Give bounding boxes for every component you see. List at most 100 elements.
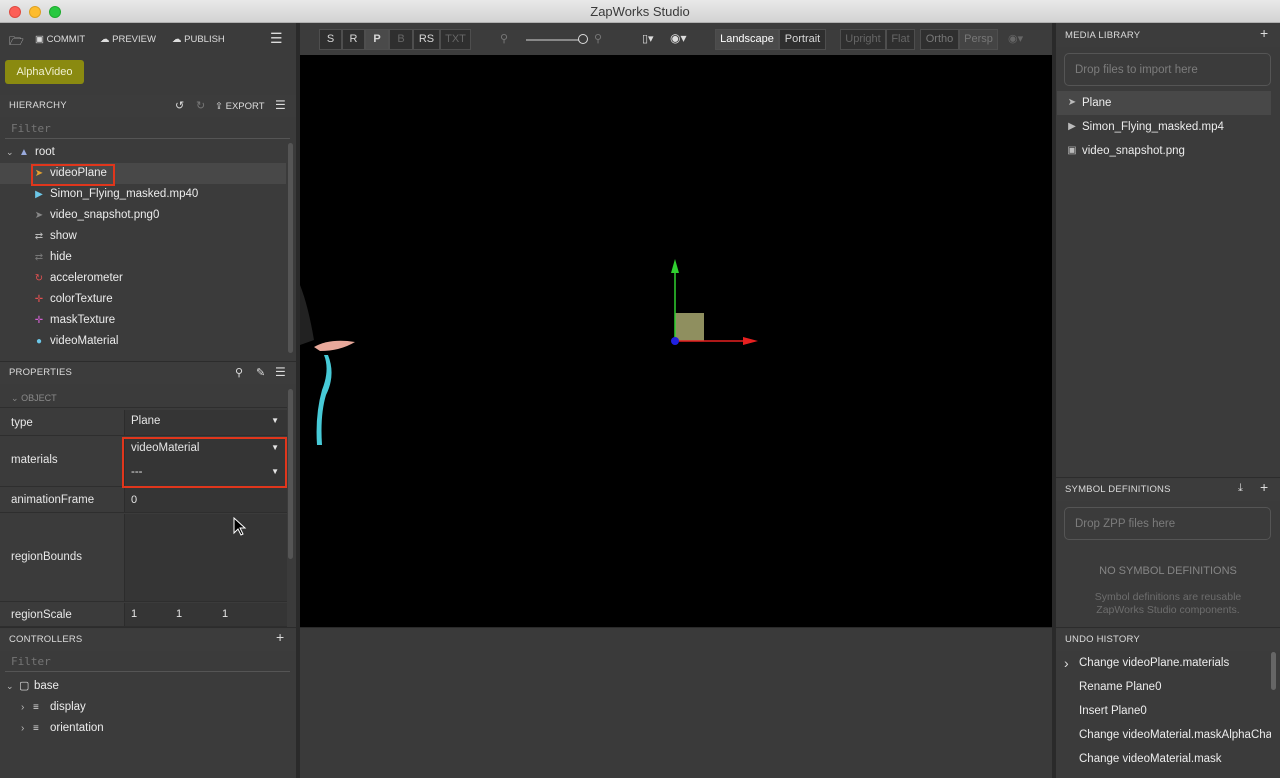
tree-item-accelerometer[interactable]: ↻ accelerometer [0, 268, 286, 289]
portrait-button[interactable]: Portrait [779, 29, 826, 50]
mode-s-button[interactable]: S [319, 29, 342, 50]
preview-button[interactable]: ☁ PREVIEW [100, 34, 156, 45]
tree-item-label: accelerometer [50, 272, 123, 284]
zoom-out-icon[interactable]: ⚲ [500, 32, 508, 45]
search-icon[interactable]: ⚲ [235, 366, 243, 379]
hierarchy-icon: ▲ [19, 147, 29, 158]
regionscale-y-input[interactable]: 1 [176, 608, 182, 620]
controllers-filter-input[interactable] [5, 651, 290, 672]
chevron-down-icon[interactable]: ⌄ [6, 142, 14, 163]
symbol-drop-text: Drop ZPP files here [1075, 518, 1176, 530]
ortho-button[interactable]: Ortho [920, 29, 959, 50]
controller-display[interactable]: › ≡ display [0, 697, 286, 718]
hierarchy-filter-input[interactable] [5, 118, 290, 139]
undo-history-title: UNDO HISTORY [1065, 634, 1140, 645]
chevron-right-icon[interactable]: › [21, 697, 24, 718]
type-select[interactable]: Plane ▼ [124, 410, 287, 435]
chevron-right-icon: › [1064, 655, 1069, 671]
landscape-button[interactable]: Landscape [715, 29, 779, 50]
gizmo-z-origin [671, 337, 679, 345]
add-symbol-icon[interactable]: + [1260, 479, 1268, 495]
mouse-pointer-icon [233, 517, 247, 536]
properties-scrollbar[interactable] [288, 389, 293, 559]
undo-item[interactable]: Rename Plane0 [1079, 681, 1271, 693]
undo-item[interactable]: Insert Plane0 [1079, 705, 1271, 717]
regionscale-x-input[interactable]: 1 [131, 608, 137, 620]
tree-item-label: videoMaterial [50, 335, 119, 347]
save-icon: ▣ [35, 34, 44, 45]
publish-label: PUBLISH [184, 34, 225, 45]
tree-item-label: show [50, 230, 77, 242]
video-icon: ▶ [1068, 121, 1076, 132]
root-label: root [35, 146, 55, 158]
tree-item-video[interactable]: ▶ Simon_Flying_masked.mp40 [0, 184, 286, 205]
symbol-definitions-title: SYMBOL DEFINITIONS [1065, 484, 1171, 495]
download-icon[interactable]: ⤓ [1238, 482, 1243, 495]
gizmo-plane-handle [675, 313, 704, 341]
export-button[interactable]: ⇪ EXPORT [215, 101, 265, 112]
mode-b-button[interactable]: B [389, 29, 413, 50]
tree-item-snapshot[interactable]: ➤ video_snapshot.png0 [0, 205, 286, 226]
undo-item[interactable]: Change videoPlane.materials [1079, 657, 1271, 669]
undo-icon[interactable]: ↺ [175, 99, 184, 112]
media-dropzone[interactable]: Drop files to import here [1064, 53, 1271, 86]
hierarchy-scrollbar[interactable] [288, 143, 293, 353]
globe-icon[interactable]: ◉▾ [670, 31, 687, 45]
zoom-slider-track[interactable] [526, 39, 582, 41]
media-item-image[interactable]: ▣ video_snapshot.png [1057, 139, 1271, 163]
mode-p-button[interactable]: P [365, 29, 389, 50]
zoom-slider-handle[interactable] [578, 34, 588, 44]
controller-orientation[interactable]: › ≡ orientation [0, 718, 286, 739]
regionscale-z-input[interactable]: 1 [222, 608, 228, 620]
timeline-area[interactable] [300, 627, 1052, 778]
transform-gizmo[interactable] [671, 259, 758, 345]
materials-highlight [122, 437, 287, 488]
mode-r-button[interactable]: R [342, 29, 365, 50]
project-button[interactable]: AlphaVideo [5, 60, 84, 84]
3d-viewport[interactable] [300, 55, 1052, 627]
properties-menu-icon[interactable]: ☰ [275, 365, 286, 379]
main-toolbar: 🗁 ▣ COMMIT ☁ PREVIEW ☁ PUBLISH ☰ [0, 23, 296, 55]
add-media-icon[interactable]: + [1260, 25, 1268, 41]
type-value: Plane [131, 415, 161, 427]
prop-row-regionscale: regionScale 1 1 1 [0, 603, 287, 627]
tree-item-show[interactable]: ⇄ show [0, 226, 286, 247]
symbol-dropzone[interactable]: Drop ZPP files here [1064, 507, 1271, 540]
flat-button[interactable]: Flat [886, 29, 915, 50]
pencil-icon[interactable]: ✎ [256, 366, 265, 379]
mode-txt-button[interactable]: TXT [440, 29, 471, 50]
folder-icon[interactable]: 🗁 [9, 32, 24, 53]
object-section-label: OBJECT [21, 393, 57, 403]
commit-button[interactable]: ▣ COMMIT [35, 34, 85, 45]
zoom-in-icon[interactable]: ⚲ [594, 32, 602, 45]
tree-root[interactable]: ⌄ ▲ root [0, 142, 286, 163]
object-section-header[interactable]: ⌄ OBJECT [0, 388, 287, 408]
controllers-header: CONTROLLERS [0, 629, 296, 651]
animationframe-input[interactable]: 0 [124, 488, 287, 512]
regionbounds-input[interactable] [124, 514, 287, 601]
tree-item-label: video_snapshot.png0 [50, 209, 160, 221]
tree-item-colortexture[interactable]: ✛ colorTexture [0, 289, 286, 310]
media-item-video[interactable]: ▶ Simon_Flying_masked.mp4 [1057, 115, 1271, 139]
controller-base[interactable]: ⌄ ▢ base [0, 676, 286, 697]
mode-rs-button[interactable]: RS [413, 29, 440, 50]
add-controller-icon[interactable]: + [276, 629, 284, 645]
upright-button[interactable]: Upright [840, 29, 886, 50]
device-icon[interactable]: ▯▾ [642, 32, 654, 45]
tree-item-hide[interactable]: ⇄ hide [0, 247, 286, 268]
publish-button[interactable]: ☁ PUBLISH [172, 34, 225, 45]
hierarchy-menu-icon[interactable]: ☰ [275, 98, 286, 112]
media-item-plane[interactable]: ➤ Plane [1057, 91, 1271, 115]
tree-item-videomaterial[interactable]: ● videoMaterial [0, 331, 286, 352]
undo-item[interactable]: Change videoMaterial.maskAlphaChannel [1079, 729, 1271, 741]
undo-item[interactable]: Change videoMaterial.mask [1079, 753, 1271, 765]
tree-item-masktexture[interactable]: ✛ maskTexture [0, 310, 286, 331]
chevron-right-icon[interactable]: › [21, 718, 24, 739]
eye-icon[interactable]: ◉▾ [1008, 32, 1023, 45]
menu-icon[interactable]: ☰ [270, 30, 283, 47]
export-label: EXPORT [225, 101, 265, 112]
undo-scrollbar[interactable] [1271, 652, 1276, 690]
persp-button[interactable]: Persp [959, 29, 998, 50]
chevron-down-icon[interactable]: ⌄ [6, 676, 14, 697]
redo-icon[interactable]: ↻ [196, 99, 205, 112]
